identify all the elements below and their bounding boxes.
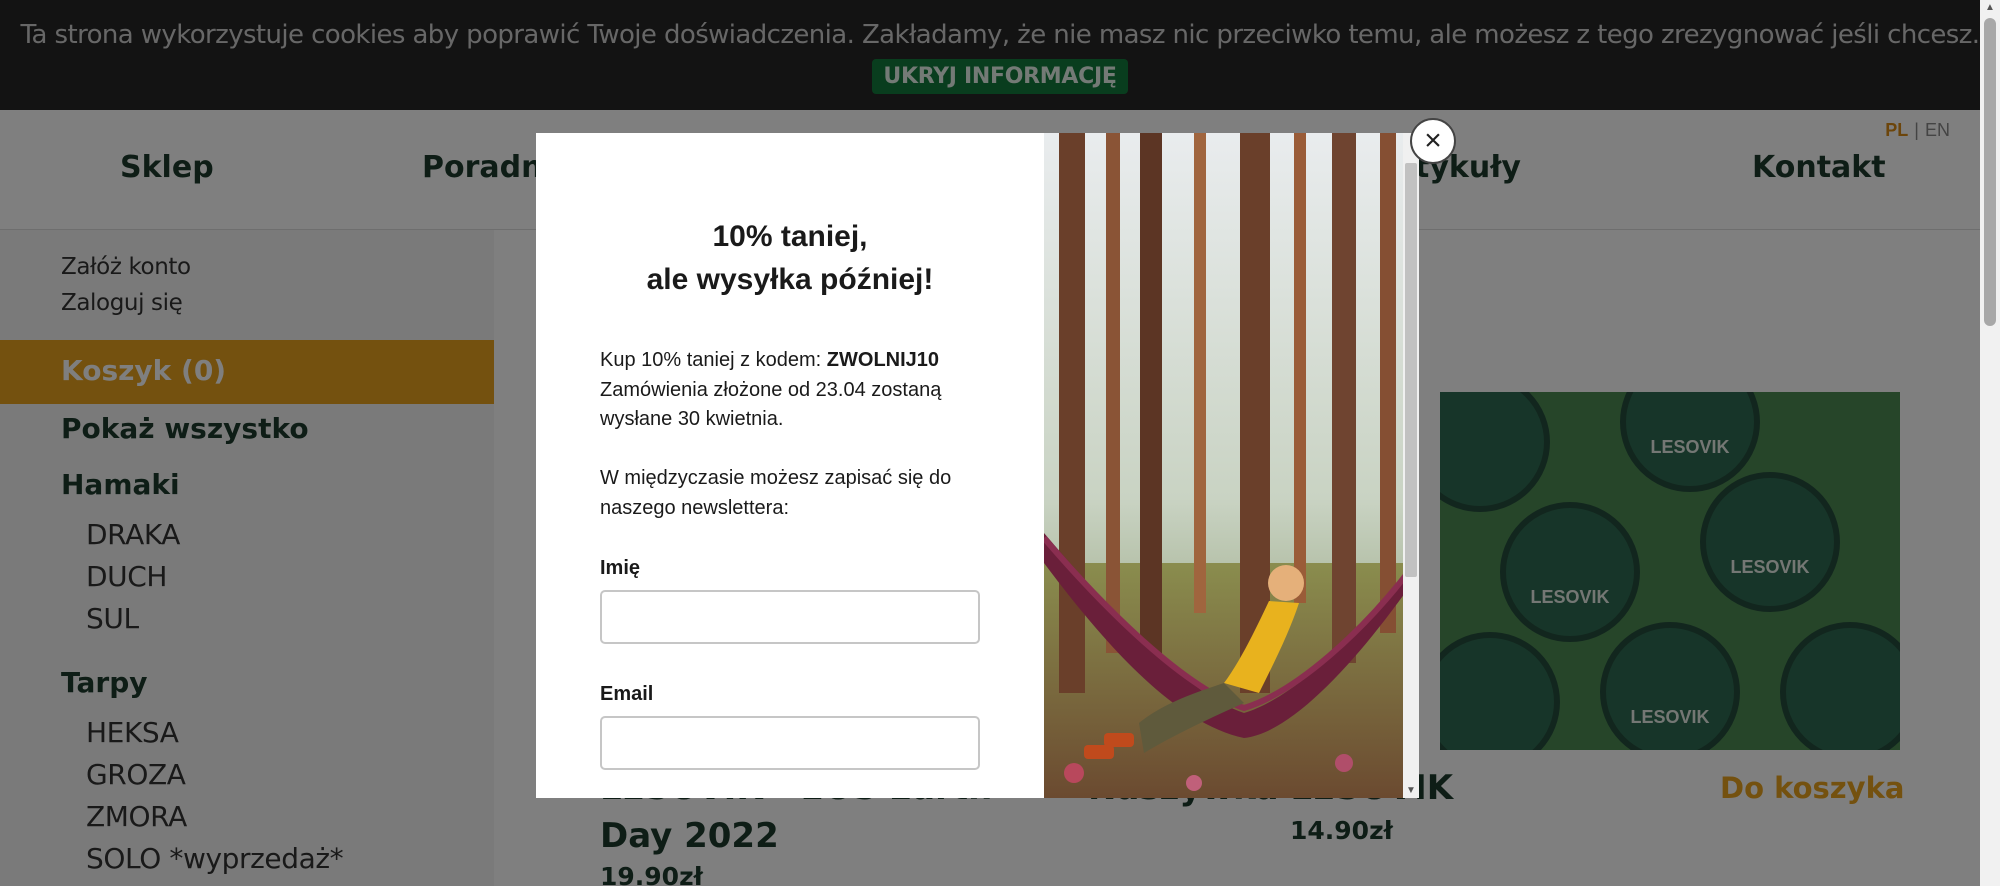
forest-hammock-illustration	[1044, 133, 1419, 798]
page-scrollbar[interactable]: ▲	[1980, 0, 2000, 886]
close-icon: ×	[1424, 124, 1442, 157]
discount-code-prefix: Kup 10% taniej z kodem:	[600, 349, 827, 371]
modal-title: 10% taniej, ale wysyłka później!	[536, 215, 1044, 301]
email-label: Email	[600, 683, 654, 705]
shipping-info-line1: Zamówienia złożone od 23.04 zostaną	[600, 379, 942, 401]
modal-content: 10% taniej, ale wysyłka później! Kup 10%…	[536, 133, 1044, 798]
hammock-photo	[1044, 133, 1419, 798]
email-input[interactable]	[600, 716, 980, 770]
discount-code: ZWOLNIJ10	[826, 349, 940, 371]
name-input[interactable]	[600, 590, 980, 644]
discount-code-line: Kup 10% taniej z kodem: ZWOLNIJ10	[600, 345, 939, 375]
scroll-down-arrow-icon[interactable]: ▼	[1406, 785, 1416, 796]
scroll-up-arrow-icon[interactable]: ▲	[1985, 2, 1995, 13]
newsletter-info-line2: naszego newslettera:	[600, 497, 790, 519]
name-label: Imię	[600, 557, 641, 579]
modal-scroll-thumb[interactable]	[1405, 163, 1417, 577]
shipping-info-line2: wysłane 30 kwietnia.	[600, 408, 784, 430]
newsletter-modal: 10% taniej, ale wysyłka później! Kup 10%…	[536, 133, 1419, 798]
close-modal-button[interactable]: ×	[1410, 118, 1456, 164]
modal-title-line2: ale wysyłka później!	[646, 263, 934, 296]
page-scroll-thumb[interactable]	[1984, 18, 1996, 326]
newsletter-info-line1: W międzyczasie możesz zapisać się do	[600, 467, 952, 489]
modal-scrollbar[interactable]: ▼	[1403, 133, 1419, 798]
modal-title-line1: 10% taniej,	[712, 220, 868, 253]
